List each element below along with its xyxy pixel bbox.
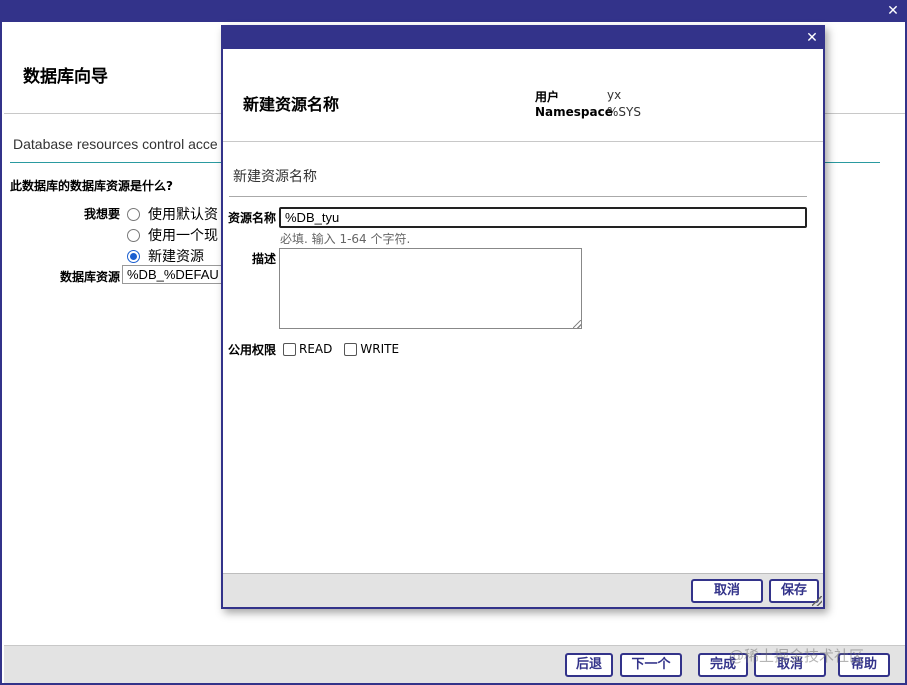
description-textarea[interactable] (279, 248, 582, 329)
read-checkbox[interactable] (283, 342, 296, 356)
user-label: 用户 (535, 90, 560, 104)
want-label: 我想要 (84, 207, 121, 221)
dialog-header: 新建资源名称 用户 yx Namespace %SYS (223, 49, 823, 142)
wizard-subtitle: Database resources control acce (13, 136, 218, 152)
question-text: 此数据库的数据库资源是什么? (10, 179, 173, 193)
dialog-title-bar: ✕ (223, 27, 823, 49)
section-title: 新建资源名称 (233, 169, 317, 185)
dialog-footer: 取消 保存 (223, 573, 823, 607)
dialog-resize-grip-icon[interactable] (812, 596, 822, 606)
dialog-title: 新建资源名称 (243, 95, 340, 114)
divider (229, 196, 807, 197)
namespace-label: Namespace (535, 105, 613, 119)
write-checkbox[interactable] (344, 342, 358, 356)
radio-label: 使用默认资 (148, 207, 218, 223)
user-value: yx (607, 88, 622, 102)
radio-use-default[interactable]: 使用默认资 (127, 204, 218, 224)
close-icon[interactable]: ✕ (804, 28, 820, 46)
wizard-title: 数据库向导 (23, 67, 108, 87)
new-resource-dialog: ✕ 新建资源名称 用户 yx Namespace %SYS 新建资源名称 资源名… (221, 25, 825, 609)
write-label: WRITE (360, 342, 400, 356)
close-icon[interactable]: ✕ (885, 1, 901, 19)
radio-label: 使用一个现 (148, 228, 218, 244)
permission-options: READ WRITE (283, 342, 411, 356)
description-label: 描述 (252, 252, 277, 266)
radio-use-existing[interactable]: 使用一个现 (127, 225, 218, 245)
radio-label: 新建资源 (148, 249, 204, 265)
radio-icon[interactable] (127, 228, 140, 242)
finish-button[interactable]: 完成 (698, 653, 748, 677)
db-resource-label: 数据库资源 (60, 270, 121, 284)
resource-name-hint: 必填. 输入 1-64 个字符. (280, 232, 411, 246)
namespace-value: %SYS (607, 105, 641, 119)
radio-selected-icon[interactable] (127, 249, 140, 263)
help-button[interactable]: 帮助 (838, 653, 890, 677)
cancel-button[interactable]: 取消 (754, 653, 826, 677)
radio-new-resource[interactable]: 新建资源 (127, 246, 204, 266)
public-permission-label: 公用权限 (228, 343, 277, 357)
dialog-cancel-button[interactable]: 取消 (691, 579, 763, 603)
wizard-title-bar: ✕ (2, 0, 905, 22)
next-button[interactable]: 下一个 (620, 653, 682, 677)
resource-name-label: 资源名称 (228, 211, 277, 225)
read-label: READ (299, 342, 333, 356)
back-button[interactable]: 后退 (565, 653, 613, 677)
radio-icon[interactable] (127, 207, 140, 221)
resize-handle-icon[interactable] (573, 320, 581, 328)
resource-name-input[interactable]: %DB_tyu (279, 207, 807, 228)
